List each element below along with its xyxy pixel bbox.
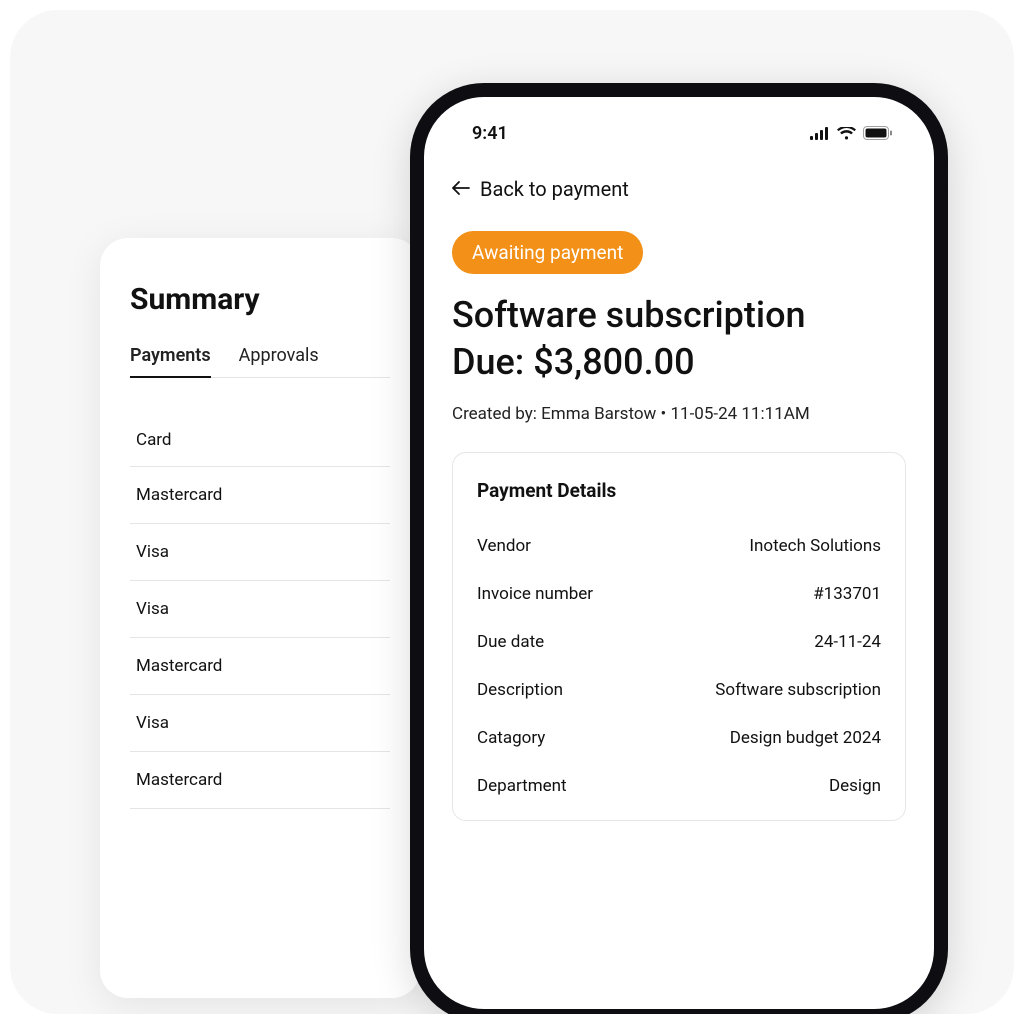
payment-details-heading: Payment Details	[477, 479, 881, 502]
phone-frame: 9:41 Back to payment	[410, 83, 948, 1014]
summary-card: Summary Payments Approvals Card Masterca…	[100, 238, 420, 998]
detail-label: Due date	[477, 632, 544, 652]
table-row[interactable]: Mastercard	[130, 638, 390, 695]
detail-label: Department	[477, 776, 567, 796]
status-badge: Awaiting payment	[452, 231, 643, 274]
canvas: Summary Payments Approvals Card Masterca…	[10, 10, 1014, 1014]
table-row[interactable]: Mastercard	[130, 752, 390, 809]
phone-screen: 9:41 Back to payment	[424, 97, 934, 1009]
status-time: 9:41	[472, 123, 508, 144]
column-header-card: Card	[130, 414, 390, 467]
status-bar: 9:41	[452, 97, 906, 151]
detail-row-description: Description Software subscription	[477, 666, 881, 714]
wifi-icon	[837, 127, 856, 140]
table-row[interactable]: Visa	[130, 695, 390, 752]
detail-value: Design	[829, 776, 881, 796]
detail-row-department: Department Design	[477, 762, 881, 810]
back-to-payment-link[interactable]: Back to payment	[452, 177, 906, 201]
table-row[interactable]: Mastercard	[130, 467, 390, 524]
back-label: Back to payment	[480, 177, 629, 201]
detail-row-category: Catagory Design budget 2024	[477, 714, 881, 762]
arrow-left-icon	[452, 177, 470, 201]
title-line-2: Due: $3,800.00	[452, 339, 906, 386]
tab-payments[interactable]: Payments	[130, 345, 211, 378]
detail-row-invoice: Invoice number #133701	[477, 570, 881, 618]
table-row[interactable]: Visa	[130, 581, 390, 638]
detail-label: Description	[477, 680, 563, 700]
cellular-signal-icon	[810, 127, 830, 140]
detail-value: Design budget 2024	[730, 728, 881, 748]
detail-value: Inotech Solutions	[749, 536, 881, 556]
detail-label: Vendor	[477, 536, 531, 556]
summary-tabs: Payments Approvals	[130, 345, 390, 378]
title-line-1: Software subscription	[452, 292, 906, 339]
detail-row-due-date: Due date 24-11-24	[477, 618, 881, 666]
status-icons	[810, 126, 892, 140]
page-title: Software subscription Due: $3,800.00	[452, 292, 906, 386]
detail-value: Software subscription	[715, 680, 881, 700]
battery-icon	[863, 126, 892, 140]
table-row[interactable]: Visa	[130, 524, 390, 581]
detail-value: #133701	[813, 584, 881, 604]
detail-value: 24-11-24	[814, 632, 881, 652]
detail-label: Invoice number	[477, 584, 593, 604]
payment-details-card: Payment Details Vendor Inotech Solutions…	[452, 452, 906, 821]
detail-row-vendor: Vendor Inotech Solutions	[477, 522, 881, 570]
tab-approvals[interactable]: Approvals	[239, 345, 319, 377]
summary-title: Summary	[130, 282, 390, 317]
detail-label: Catagory	[477, 728, 545, 748]
created-by-line: Created by: Emma Barstow • 11-05-24 11:1…	[452, 404, 906, 424]
